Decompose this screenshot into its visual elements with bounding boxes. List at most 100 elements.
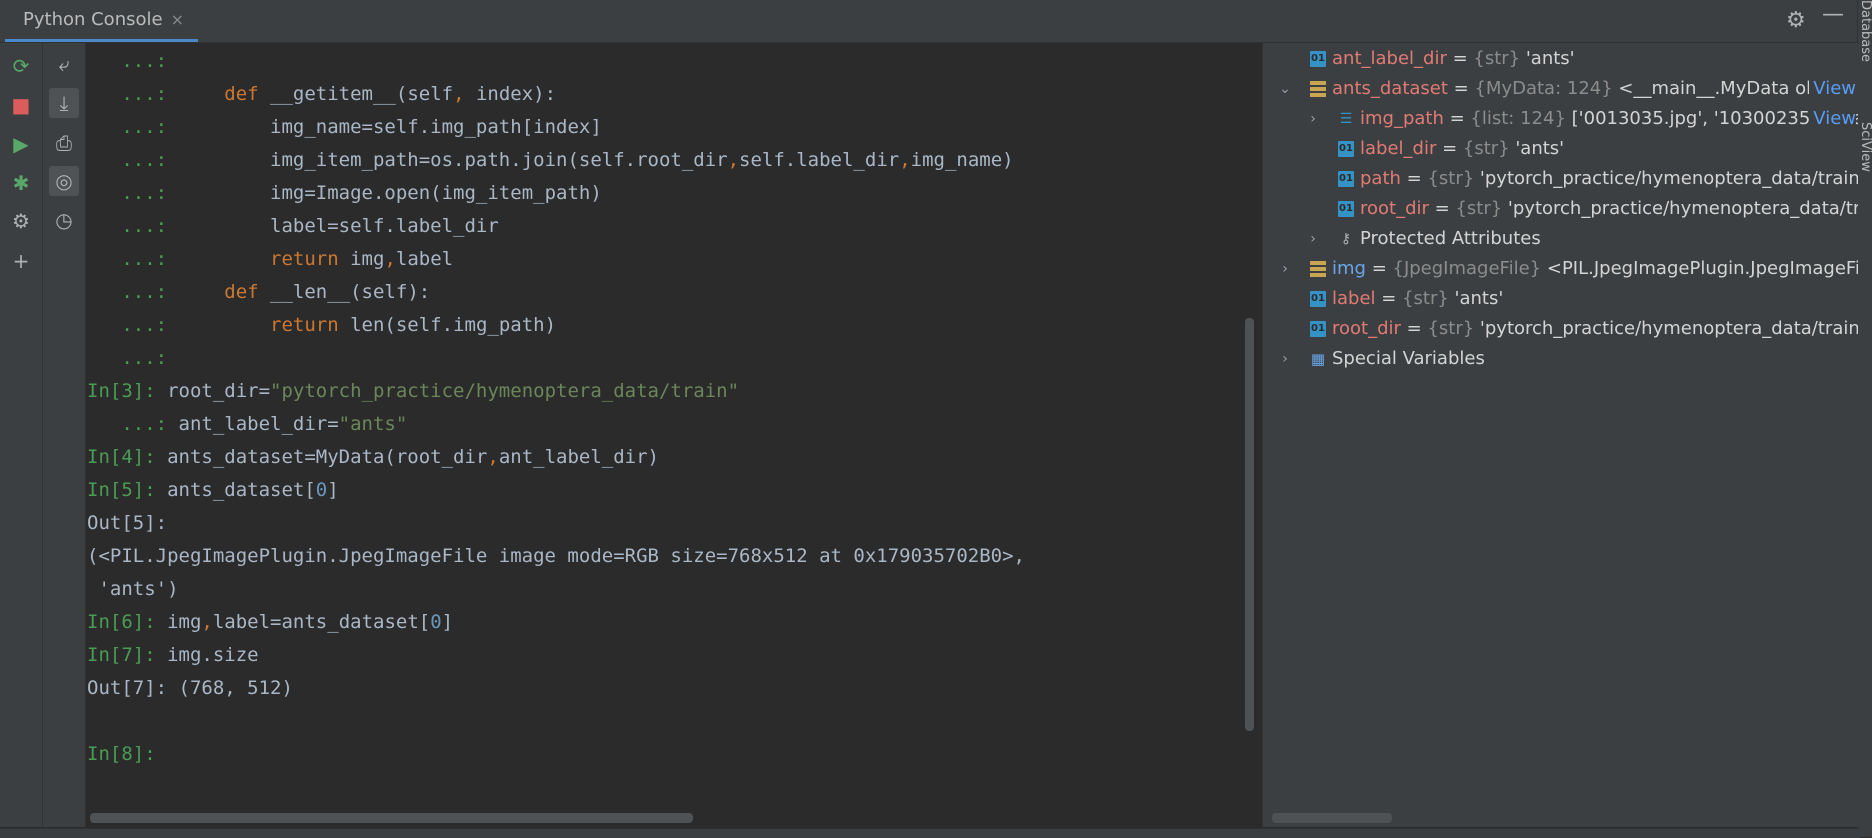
console-text: 'ants') (87, 578, 179, 600)
console-text: return (270, 314, 351, 336)
console-prompt: In[5]: (87, 479, 168, 501)
settings-icon[interactable]: ⚙ (6, 206, 36, 236)
console-horizontal-scrollbar[interactable] (90, 813, 693, 823)
add-icon[interactable]: + (6, 246, 36, 276)
grid-icon: ▦ (1310, 350, 1326, 368)
console-line: 'ants') (87, 573, 179, 606)
variable-type: {MyData: 124} (1474, 78, 1619, 99)
console-prompt: In[3]: (87, 380, 168, 402)
collapse-arrow-icon[interactable]: ⌄ (1277, 74, 1293, 104)
stop-icon[interactable]: ■ (6, 90, 36, 120)
variable-name: ant_label_dir (1332, 48, 1447, 69)
variable-row[interactable]: › ☰ img_path = {list: 124} ['0013035.jpg',… (1270, 104, 1858, 134)
run-icon[interactable]: ▶ (6, 129, 36, 159)
variable-row[interactable]: 01 ant_label_dir = {str} 'ants' (1270, 44, 1858, 74)
view-link[interactable]: View (1809, 104, 1856, 134)
view-link[interactable]: View (1809, 74, 1856, 104)
console-text: ...: (87, 248, 271, 270)
variable-row[interactable]: ⌄ ants_dataset = {MyData: 124} <__main__.… (1270, 74, 1858, 104)
variable-entry: img = {JpegImageFile} <PIL.JpegImagePlug… (1332, 254, 1858, 284)
console-text: "pytorch_practice/hymenoptera_data/train… (270, 380, 740, 402)
debug-icon[interactable]: ✱ (6, 168, 36, 198)
console-text: __len__(self): (270, 281, 431, 303)
variable-row[interactable]: 01 path = {str} 'pytorch_practice/hymenop… (1270, 164, 1858, 194)
console-prompt: In[7]: (87, 644, 168, 666)
sciview-tab[interactable]: SciView (1858, 122, 1872, 172)
variable-name: img_path (1360, 108, 1444, 129)
console-line: ...: img=Image.open(img_item_path) (87, 177, 602, 210)
console-line: In[4]: ants_dataset=MyData(root_dir,ant_… (87, 441, 659, 474)
tab-python-console[interactable]: Python Console × (5, 0, 198, 42)
console-text: __getitem__(self (270, 83, 454, 105)
variable-name: label (1332, 288, 1376, 309)
gear-icon[interactable]: ⚙ (1786, 8, 1806, 33)
expand-arrow-icon[interactable]: › (1305, 104, 1321, 134)
console-text: ...: (87, 347, 168, 369)
soft-wrap-icon[interactable]: ⤶ (49, 49, 79, 79)
console-text: label=self.label_dir (270, 215, 499, 237)
console-text: ...: (87, 215, 271, 237)
variable-row[interactable]: › img = {JpegImageFile} <PIL.JpegImagePlu… (1270, 254, 1858, 284)
variable-entry: ants_dataset = {MyData: 124} <__main__.M… (1332, 74, 1851, 104)
show-variables-icon[interactable]: ◎ (49, 166, 79, 196)
console-text: ants_dataset[ (167, 479, 316, 501)
history-icon[interactable]: ◷ (49, 205, 79, 235)
console-line: In[7]: img.size (87, 639, 259, 672)
console-text: ...: (87, 281, 225, 303)
variable-entry: label = {str} 'ants' (1332, 284, 1503, 314)
variable-value: 'ants' (1515, 138, 1565, 159)
database-tab[interactable]: Database (1858, 0, 1872, 62)
primitive-type-icon: 01 (1310, 321, 1326, 337)
console-line: Out[7]: (768, 512) (87, 672, 293, 705)
console-line: ...: return img,label (87, 243, 453, 276)
console-line: In[3]: root_dir="pytorch_practice/hymeno… (87, 375, 739, 408)
console-text: , (727, 149, 740, 171)
variable-row[interactable]: › ▦ Special Variables (1270, 344, 1858, 374)
console-vertical-scrollbar[interactable] (1245, 318, 1254, 731)
console-prompt: In[8]: (87, 743, 156, 765)
console-text: ] (327, 479, 339, 501)
variable-value: 'ants' (1525, 48, 1575, 69)
console-text: ...: (87, 182, 271, 204)
console-text: , (384, 248, 396, 270)
variable-type: {str} (1473, 48, 1526, 69)
console-line: ...: (87, 45, 167, 78)
console-line: Out[5]: (87, 507, 167, 540)
variables-horizontal-scrollbar[interactable] (1272, 813, 1392, 823)
variable-type: {JpegImageFile} (1392, 258, 1547, 279)
console-text: ...: (87, 116, 271, 138)
tool-window-header: Python Console × ⚙ — (0, 0, 1860, 43)
variable-equals: = (1428, 198, 1456, 219)
console-actions-toolbar: ⟳ ■ ▶ ✱ ⚙ + (0, 43, 43, 827)
console-prompt: In[4]: (87, 446, 168, 468)
scroll-to-end-icon[interactable]: ⤓ (49, 88, 79, 118)
variable-row[interactable]: 01 root_dir = {str} 'pytorch_practice/hym… (1270, 194, 1858, 224)
console-line: In[5]: ants_dataset[0] (87, 474, 339, 507)
variable-row[interactable]: 01 label = {str} 'ants' (1270, 284, 1858, 314)
expand-arrow-icon[interactable]: › (1277, 344, 1293, 374)
console-text: img=Image.open(img_item_path) (270, 182, 602, 204)
console-text: ...: (87, 149, 271, 171)
rerun-icon[interactable]: ⟳ (6, 51, 36, 81)
expand-arrow-icon[interactable]: › (1277, 254, 1293, 284)
variable-type: {str} (1462, 138, 1516, 159)
expand-arrow-icon[interactable]: › (1305, 224, 1321, 254)
console-text: , (453, 83, 476, 105)
minimize-icon[interactable]: — (1822, 2, 1844, 27)
console-text: img (167, 611, 202, 633)
variable-name: Protected Attributes (1360, 228, 1541, 249)
variable-entry: root_dir = {str} 'pytorch_practice/hymen… (1360, 194, 1858, 224)
console-output[interactable]: ...: ...: def __getitem__(self, index): … (87, 43, 1255, 813)
variable-type: {str} (1427, 168, 1480, 189)
tab-title: Python Console (23, 9, 163, 30)
console-text: ...: (87, 314, 271, 336)
close-icon[interactable]: × (171, 10, 184, 29)
object-icon (1310, 261, 1326, 277)
variable-row[interactable]: 01 label_dir = {str} 'ants' (1270, 134, 1858, 164)
console-line: ...: img_item_path=os.path.join(self.roo… (87, 144, 1013, 177)
print-icon[interactable]: ⎙ (49, 128, 79, 158)
variable-row[interactable]: 01 root_dir = {str} 'pytorch_practice/hym… (1270, 314, 1858, 344)
console-text: Out[7]: (768, 512) (87, 677, 293, 699)
variable-row[interactable]: › ⚷ Protected Attributes (1270, 224, 1858, 254)
console-text: return (270, 248, 351, 270)
